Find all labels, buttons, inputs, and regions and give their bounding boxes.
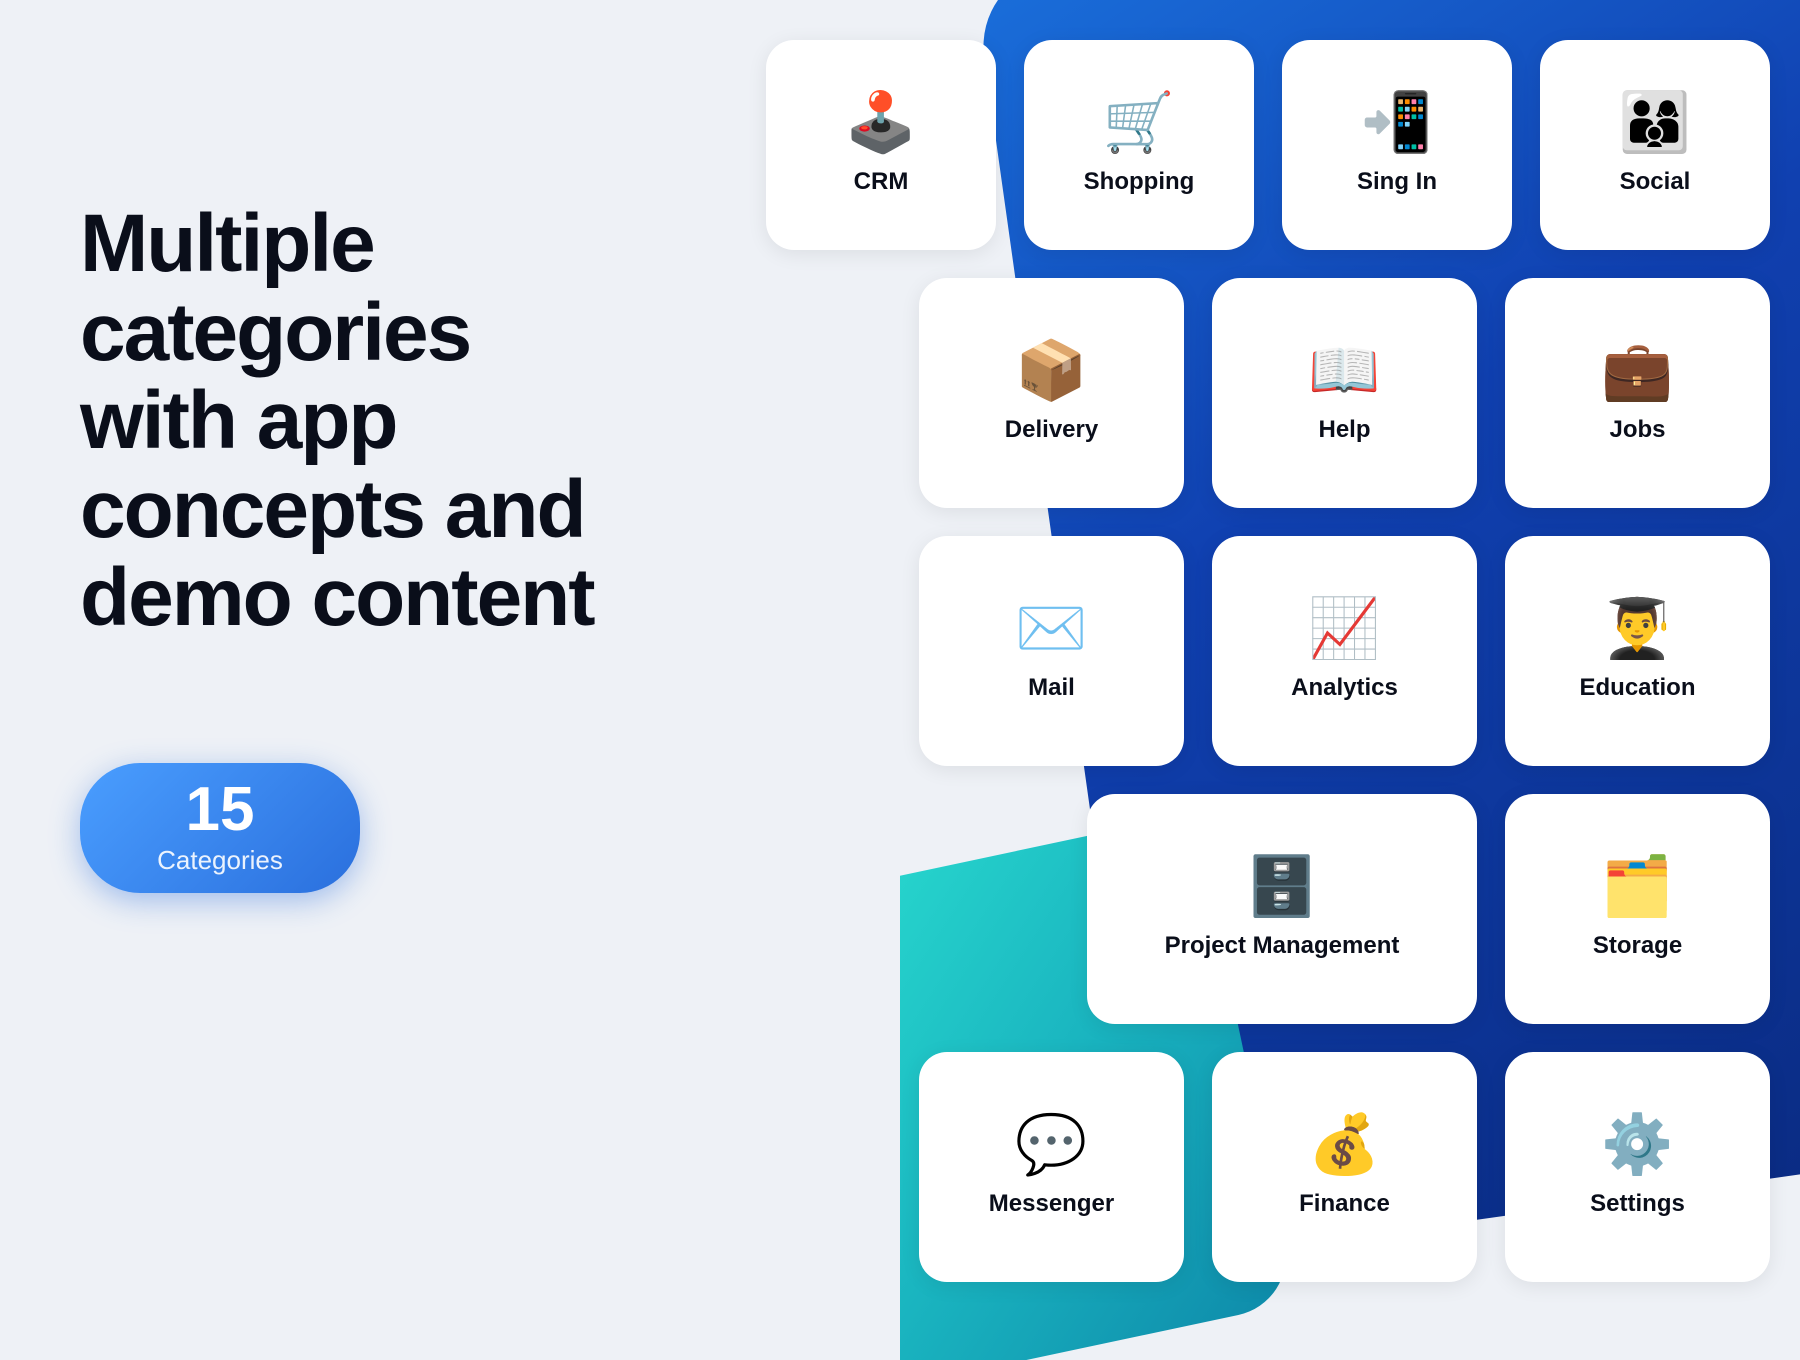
- project-management-label: Project Management: [1165, 932, 1400, 960]
- card-help[interactable]: 📖 Help: [1212, 278, 1477, 508]
- card-mail[interactable]: ✉️ Mail: [919, 536, 1184, 766]
- card-crm[interactable]: 🕹️ CRM: [766, 40, 996, 250]
- badge-number: 15: [186, 779, 255, 841]
- card-analytics[interactable]: 📈 Analytics: [1212, 536, 1477, 766]
- card-education[interactable]: 👨‍🎓 Education: [1505, 536, 1770, 766]
- messenger-label: Messenger: [989, 1190, 1114, 1218]
- left-section: Multiple categories with app concepts an…: [80, 200, 600, 893]
- jobs-icon: 💼: [1601, 342, 1673, 400]
- help-label: Help: [1318, 416, 1370, 444]
- finance-label: Finance: [1299, 1190, 1390, 1218]
- grid-row-5: 💬 Messenger 💰 Finance ⚙️ Settings: [670, 1052, 1770, 1282]
- card-storage[interactable]: 🗂️ Storage: [1505, 794, 1770, 1024]
- storage-icon: 🗂️: [1601, 858, 1673, 916]
- analytics-icon: 📈: [1308, 600, 1380, 658]
- card-finance[interactable]: 💰 Finance: [1212, 1052, 1477, 1282]
- grid-row-4: 🗄️ Project Management 🗂️ Storage: [670, 794, 1770, 1024]
- project-management-icon: 🗄️: [1246, 858, 1318, 916]
- card-delivery[interactable]: 📦 Delivery: [919, 278, 1184, 508]
- education-label: Education: [1579, 674, 1695, 702]
- categories-badge: 15 Categories: [80, 763, 360, 893]
- finance-icon: 💰: [1308, 1116, 1380, 1174]
- card-settings[interactable]: ⚙️ Settings: [1505, 1052, 1770, 1282]
- sign-in-label: Sing In: [1357, 168, 1437, 196]
- grid-row-2: 📦 Delivery 📖 Help 💼 Jobs: [670, 278, 1770, 508]
- delivery-label: Delivery: [1005, 416, 1098, 444]
- sign-in-icon: 📲: [1361, 94, 1433, 152]
- card-social[interactable]: 👨‍👩‍👦 Social: [1540, 40, 1770, 250]
- mail-icon: ✉️: [1015, 600, 1087, 658]
- settings-icon: ⚙️: [1601, 1116, 1673, 1174]
- card-shopping[interactable]: 🛒 Shopping: [1024, 40, 1254, 250]
- education-icon: 👨‍🎓: [1601, 600, 1673, 658]
- shopping-label: Shopping: [1084, 168, 1195, 196]
- crm-icon: 🕹️: [845, 94, 917, 152]
- settings-label: Settings: [1590, 1190, 1685, 1218]
- social-label: Social: [1620, 168, 1691, 196]
- categories-grid: 🕹️ CRM 🛒 Shopping 📲 Sing In 👨‍👩‍👦 Social…: [670, 40, 1770, 1310]
- crm-label: CRM: [854, 168, 909, 196]
- delivery-icon: 📦: [1015, 342, 1087, 400]
- badge-label: Categories: [157, 845, 283, 876]
- shopping-icon: 🛒: [1103, 94, 1175, 152]
- card-messenger[interactable]: 💬 Messenger: [919, 1052, 1184, 1282]
- help-icon: 📖: [1308, 342, 1380, 400]
- social-icon: 👨‍👩‍👦: [1619, 94, 1691, 152]
- mail-label: Mail: [1028, 674, 1075, 702]
- grid-row-1: 🕹️ CRM 🛒 Shopping 📲 Sing In 👨‍👩‍👦 Social: [670, 40, 1770, 250]
- jobs-label: Jobs: [1609, 416, 1665, 444]
- card-jobs[interactable]: 💼 Jobs: [1505, 278, 1770, 508]
- analytics-label: Analytics: [1291, 674, 1398, 702]
- messenger-icon: 💬: [1015, 1116, 1087, 1174]
- card-sign-in[interactable]: 📲 Sing In: [1282, 40, 1512, 250]
- headline: Multiple categories with app concepts an…: [80, 200, 600, 643]
- card-project-management[interactable]: 🗄️ Project Management: [1087, 794, 1477, 1024]
- grid-row-3: ✉️ Mail 📈 Analytics 👨‍🎓 Education: [670, 536, 1770, 766]
- storage-label: Storage: [1593, 932, 1682, 960]
